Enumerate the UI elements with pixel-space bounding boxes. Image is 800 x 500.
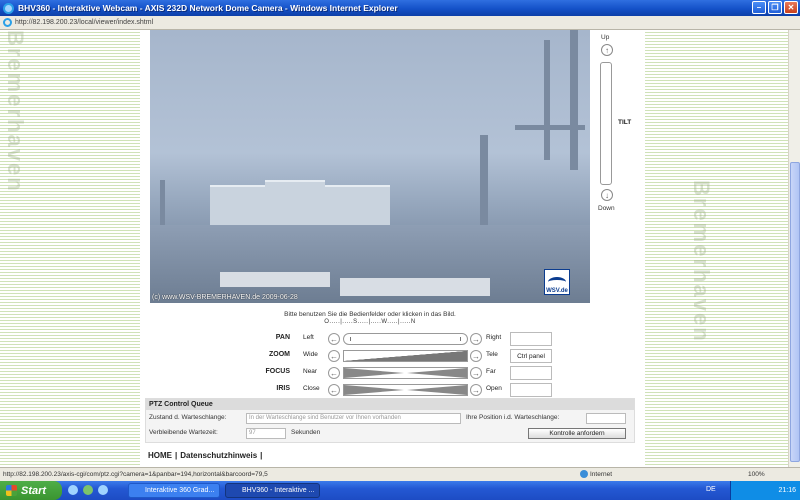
pan-right-label: Right — [486, 334, 502, 341]
zoom-tele-label: Tele — [486, 351, 498, 358]
focus-row: FOCUS Near ← → Far — [140, 366, 600, 380]
taskbar: Start Interaktive 360 Grad... BHV360 - I… — [0, 481, 800, 500]
queue-title: PTZ Control Queue — [146, 399, 634, 410]
start-button[interactable]: Start — [0, 481, 62, 500]
tilt-down-arrow-icon[interactable]: ↓ — [601, 189, 613, 201]
status-url: http://82.198.200.23/axis-cgi/com/ptz.cg… — [3, 471, 268, 478]
focus-value-box — [510, 366, 552, 380]
pan-right-arrow-icon[interactable]: → — [470, 333, 482, 345]
compass-scale: O.....|.....S.....|.....W.....|.....N — [324, 319, 416, 325]
viewer-panel: (c) www.WSV-BREMERHAVEN.de 2009-06-28 WS… — [140, 30, 645, 467]
quick-launch — [68, 485, 108, 495]
focus-far-arrow-icon[interactable]: → — [470, 367, 482, 379]
ie-icon — [3, 2, 14, 14]
address-url[interactable]: http://82.198.200.23/local/viewer/index.… — [15, 19, 153, 26]
window-title: BHV360 - Interaktive Webcam - AXIS 232D … — [18, 3, 398, 13]
taskbar-item-bhv360[interactable]: BHV360 - Interaktive ... — [225, 483, 320, 498]
wait-time-unit: Sekunden — [291, 429, 321, 436]
media-quicklaunch-icon[interactable] — [83, 485, 93, 495]
globe-icon — [580, 470, 588, 478]
pan-left-label: Left — [303, 334, 314, 341]
iris-row: IRIS Close ← → Open — [140, 383, 600, 397]
window-titlebar: BHV360 - Interaktive Webcam - AXIS 232D … — [0, 0, 800, 16]
iris-open-arrow-icon[interactable]: → — [470, 384, 482, 396]
queue-status-field: In der Warteschlange sind Benutzer vor I… — [246, 413, 461, 424]
queue-status-label: Zustand d. Warteschlange: — [149, 414, 227, 421]
maximize-button[interactable]: ❐ — [768, 1, 782, 14]
zoom-out-arrow-icon[interactable]: ← — [328, 350, 340, 362]
iris-value-box — [510, 383, 552, 397]
zoom-slider[interactable] — [343, 350, 468, 362]
queue-position-field — [586, 413, 626, 424]
camera-image[interactable]: (c) www.WSV-BREMERHAVEN.de 2009-06-28 WS… — [150, 30, 590, 303]
zoom-wide-label: Wide — [303, 351, 318, 358]
camera-caption: (c) www.WSV-BREMERHAVEN.de 2009-06-28 — [152, 294, 298, 301]
footer-links: HOME | Datenschutzhinweis | — [148, 451, 263, 460]
iris-close-label: Close — [303, 385, 320, 392]
windows-flag-icon — [6, 485, 17, 496]
pan-label: PAN — [275, 334, 290, 341]
status-bar: http://82.198.200.23/axis-cgi/com/ptz.cg… — [0, 467, 800, 481]
tilt-up-label: Up — [601, 34, 610, 41]
ptz-queue-panel: PTZ Control Queue Zustand d. Warteschlan… — [145, 398, 635, 443]
left-watermark: Bremerhaven — [3, 30, 28, 193]
ie-quicklaunch-icon[interactable] — [68, 485, 78, 495]
tilt-label: TILT — [618, 119, 632, 126]
pan-row: PAN Left ← → Right — [140, 332, 600, 346]
page-icon — [3, 18, 12, 27]
clock: 21:16 — [778, 487, 796, 494]
vertical-scrollbar[interactable] — [788, 30, 800, 467]
tilt-up-arrow-icon[interactable]: ↑ — [601, 44, 613, 56]
privacy-link[interactable]: Datenschutzhinweis — [180, 451, 257, 460]
browser-quicklaunch-icon[interactable] — [98, 485, 108, 495]
zoom-in-arrow-icon[interactable]: → — [470, 350, 482, 362]
focus-near-label: Near — [303, 368, 318, 375]
iris-close-arrow-icon[interactable]: ← — [328, 384, 340, 396]
pan-left-arrow-icon[interactable]: ← — [328, 333, 340, 345]
iris-label: IRIS — [276, 385, 290, 392]
tilt-slider[interactable] — [600, 62, 612, 185]
taskbar-item-interaktive[interactable]: Interaktive 360 Grad... — [128, 483, 220, 498]
tilt-down-label: Down — [598, 205, 615, 212]
focus-far-label: Far — [486, 368, 496, 375]
queue-position-label: Ihre Position i.d. Warteschlange: — [466, 414, 560, 421]
zoom-row: ZOOM Wide ← → Tele Ctrl panel — [140, 349, 600, 363]
pan-slider[interactable] — [343, 333, 468, 345]
iris-slider[interactable] — [343, 384, 468, 396]
close-button[interactable]: ✕ — [784, 1, 798, 14]
focus-slider[interactable] — [343, 367, 468, 379]
address-bar[interactable]: http://82.198.200.23/local/viewer/index.… — [0, 16, 800, 30]
minimize-button[interactable]: – — [752, 1, 766, 14]
ctrl-panel-button[interactable]: Ctrl panel — [510, 349, 552, 363]
language-indicator[interactable]: DE — [706, 486, 716, 493]
zoom-level[interactable]: 100% — [748, 471, 765, 478]
security-zone: Internet — [590, 471, 613, 478]
right-watermark: Bremerhaven — [689, 180, 714, 343]
instructions-text: Bitte benutzen Sie die Bedienfelder oder… — [284, 311, 456, 318]
pan-value-box — [510, 332, 552, 346]
iris-open-label: Open — [486, 385, 502, 392]
home-link[interactable]: HOME — [148, 451, 172, 460]
wsv-logo: WSV.de — [544, 269, 570, 295]
focus-label: FOCUS — [265, 368, 291, 375]
focus-near-arrow-icon[interactable]: ← — [328, 367, 340, 379]
request-control-button[interactable]: Kontrolle anfordern — [528, 428, 626, 439]
zoom-label: ZOOM — [269, 351, 290, 358]
wait-time-label: Verbleibende Wartezeit: — [149, 429, 218, 436]
system-tray: 21:16 — [730, 481, 800, 500]
tilt-control: Up ↑ TILT ↓ Down — [598, 30, 638, 215]
page-content: Bremerhaven Bremerhaven (c) www.WSV-BREM… — [0, 30, 788, 467]
wait-time-field: 97 — [246, 428, 286, 439]
